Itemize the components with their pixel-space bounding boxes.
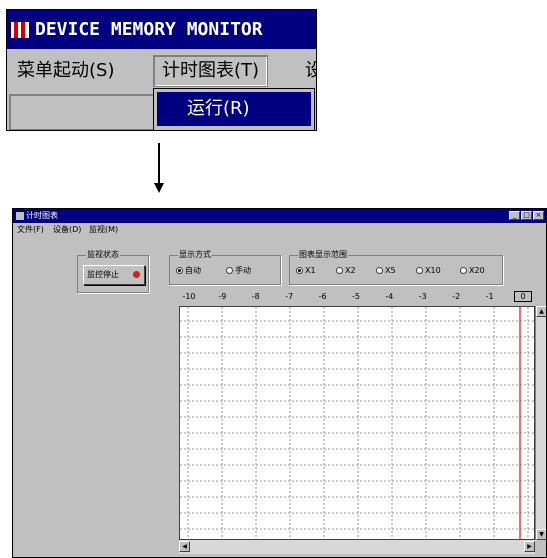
scroll-down-icon[interactable]: ▼ xyxy=(536,529,546,540)
radio-scale-x1[interactable]: X1 xyxy=(296,266,316,276)
menu-monitor[interactable]: 监视(M) xyxy=(89,223,118,237)
down-arrow-line xyxy=(158,143,160,185)
radio-circle-icon xyxy=(226,267,233,274)
menu-bar: 菜单起动(S) 计时图表(T) 设 xyxy=(7,49,316,93)
time-tick-label: -4 xyxy=(385,292,394,301)
time-tick-label: -6 xyxy=(318,292,327,301)
timing-chart-plot xyxy=(179,306,535,540)
time-tick-label: 0 xyxy=(514,291,532,302)
chart-scale-group: 图表显示范围 X1 X2 X5 X10 X20 xyxy=(289,250,503,285)
time-tick-label: -9 xyxy=(218,292,227,301)
radio-auto[interactable]: 自动 xyxy=(176,266,201,276)
menu-start[interactable]: 菜单起动(S) xyxy=(17,49,114,93)
chart-menu-bar: 文件(F) 设备(D) 监视(M) xyxy=(13,223,546,237)
radio-manual[interactable]: 手动 xyxy=(226,266,251,276)
content-area xyxy=(9,94,154,130)
time-tick-label: -5 xyxy=(352,292,360,301)
app-icon xyxy=(11,22,29,38)
radio-scale-x20[interactable]: X20 xyxy=(460,266,485,276)
menu-device[interactable]: 设备(D) xyxy=(53,223,81,237)
window-icon xyxy=(16,211,24,220)
timing-chart-grid xyxy=(180,307,534,539)
display-mode-label: 显示方式 xyxy=(178,250,212,260)
status-indicator-icon xyxy=(133,271,140,278)
monitor-status-label: 监视状态 xyxy=(86,250,120,260)
device-memory-monitor-window: DEVICE MEMORY MONITOR 菜单起动(S) 计时图表(T) 设 … xyxy=(6,9,317,131)
horizontal-scrollbar[interactable]: ◀ ▶ xyxy=(179,540,535,554)
display-mode-group: 显示方式 自动 手动 xyxy=(169,250,281,285)
time-tick-label: -7 xyxy=(285,292,294,301)
radio-circle-icon xyxy=(416,267,423,274)
radio-circle-icon xyxy=(296,267,303,274)
time-tick-label: -1 xyxy=(485,292,494,301)
radio-scale-x5[interactable]: X5 xyxy=(376,266,396,276)
timing-chart-window: 计时图表 _ □ × 文件(F) 设备(D) 监视(M) 监视状态 监控停止 显… xyxy=(12,208,547,558)
down-arrow-icon xyxy=(154,183,164,193)
vertical-scrollbar[interactable]: ▲ ▼ xyxy=(535,306,546,540)
radio-scale-x10[interactable]: X10 xyxy=(416,266,441,276)
scroll-right-icon[interactable]: ▶ xyxy=(524,541,535,552)
monitor-stop-label: 监控停止 xyxy=(87,270,119,279)
close-button[interactable]: × xyxy=(533,211,544,220)
scroll-up-icon[interactable]: ▲ xyxy=(536,306,546,317)
menu-file[interactable]: 文件(F) xyxy=(17,223,44,237)
window-title: DEVICE MEMORY MONITOR xyxy=(35,19,263,40)
radio-circle-icon xyxy=(176,267,183,274)
timing-chart-dropdown: 运行(R) xyxy=(153,88,315,130)
chart-scale-label: 图表显示范围 xyxy=(298,250,348,260)
minimize-button[interactable]: _ xyxy=(509,211,520,220)
menu-item-run[interactable]: 运行(R) xyxy=(157,92,311,126)
scroll-left-icon[interactable]: ◀ xyxy=(179,541,190,552)
maximize-button[interactable]: □ xyxy=(521,211,532,220)
radio-scale-x2[interactable]: X2 xyxy=(336,266,356,276)
time-tick-label: -3 xyxy=(418,292,427,301)
time-tick-label: -8 xyxy=(251,292,260,301)
radio-circle-icon xyxy=(376,267,383,274)
time-tick-label: -2 xyxy=(452,292,461,301)
menu-timing-chart[interactable]: 计时图表(T) xyxy=(153,55,269,87)
chart-title-bar: 计时图表 _ □ × xyxy=(13,209,546,223)
menu-settings[interactable]: 设 xyxy=(305,49,316,93)
monitor-stop-button[interactable]: 监控停止 xyxy=(83,265,145,285)
radio-circle-icon xyxy=(460,267,467,274)
radio-circle-icon xyxy=(336,267,343,274)
title-bar: DEVICE MEMORY MONITOR xyxy=(7,10,316,49)
chart-window-title: 计时图表 xyxy=(26,211,58,220)
time-axis-ticks: -10 -9 -8 -7 -6 -5 -4 -3 -2 -1 0 xyxy=(181,291,532,303)
monitor-status-group: 监视状态 监控停止 xyxy=(77,250,149,293)
time-tick-label: -10 xyxy=(182,292,196,301)
